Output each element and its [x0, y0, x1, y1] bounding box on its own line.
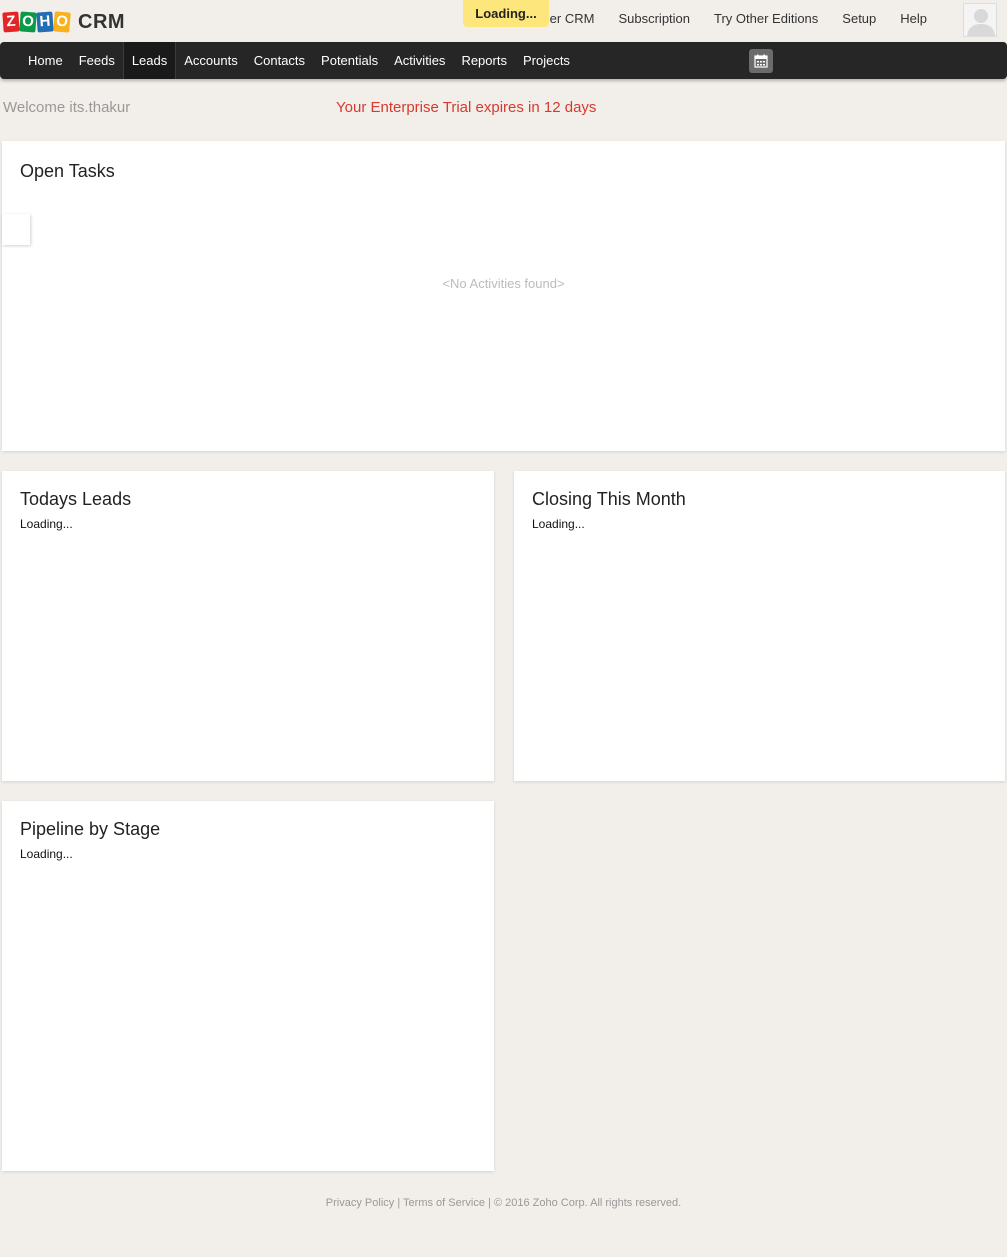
logo-letter-o-2: O: [53, 11, 71, 33]
main-navbar: Home Feeds Leads Accounts Contacts Poten…: [0, 42, 1007, 79]
link-help[interactable]: Help: [900, 11, 927, 26]
panel-loading-text: Loading...: [532, 517, 585, 531]
top-header: Z O H O CRM ...ther CRM Subscription Try…: [0, 0, 1007, 42]
link-subscription[interactable]: Subscription: [618, 11, 690, 26]
todays-leads-panel: Todays Leads Loading...: [2, 471, 494, 781]
privacy-policy-link[interactable]: Privacy Policy: [326, 1197, 394, 1209]
top-links: ...ther CRM Subscription Try Other Editi…: [528, 11, 951, 26]
tab-accounts[interactable]: Accounts: [176, 42, 245, 79]
open-tasks-panel: Open Tasks <No Activities found>: [2, 141, 1005, 451]
panel-loading-text: Loading...: [20, 517, 73, 531]
logo-letter-o: O: [19, 11, 37, 33]
pipeline-by-stage-panel: Pipeline by Stage Loading...: [2, 801, 494, 1171]
page-footer: Privacy Policy | Terms of Service | © 20…: [0, 1197, 1007, 1209]
trial-expiry-notice[interactable]: Your Enterprise Trial expires in 12 days: [336, 99, 596, 116]
zoho-crm-logo[interactable]: Z O H O CRM: [2, 8, 126, 36]
panel-title-closing-this-month: Closing This Month: [532, 489, 686, 509]
tab-home[interactable]: Home: [20, 42, 71, 79]
user-avatar[interactable]: [963, 3, 997, 37]
link-setup[interactable]: Setup: [842, 11, 876, 26]
link-try-other-editions[interactable]: Try Other Editions: [714, 11, 818, 26]
tab-activities[interactable]: Activities: [386, 42, 453, 79]
logo-letter-z: Z: [2, 11, 20, 33]
calendar-button[interactable]: [749, 49, 773, 73]
logo-letter-h: H: [36, 11, 54, 33]
logo-product-name: CRM: [78, 10, 126, 33]
panel-title-pipeline-by-stage: Pipeline by Stage: [20, 819, 161, 839]
empty-state-text: <No Activities found>: [442, 276, 565, 291]
panel-title-open-tasks: Open Tasks: [20, 161, 115, 181]
nav-tabs: Home Feeds Leads Accounts Contacts Poten…: [20, 42, 578, 79]
terms-of-service-link[interactable]: Terms of Service: [403, 1197, 485, 1209]
tab-potentials[interactable]: Potentials: [313, 42, 386, 79]
tab-leads[interactable]: Leads: [122, 42, 177, 79]
tab-reports[interactable]: Reports: [453, 42, 515, 79]
footer-separator: |: [394, 1197, 404, 1209]
closing-this-month-panel: Closing This Month Loading...: [514, 471, 1005, 781]
panel-title-todays-leads: Todays Leads: [20, 489, 132, 509]
tab-contacts[interactable]: Contacts: [246, 42, 313, 79]
panel-side-tab[interactable]: [2, 214, 30, 245]
tab-feeds[interactable]: Feeds: [71, 42, 123, 79]
welcome-message: Welcome its.thakur: [3, 99, 131, 116]
tab-projects[interactable]: Projects: [515, 42, 578, 79]
loading-indicator: Loading...: [463, 0, 549, 27]
calendar-icon: [754, 54, 768, 68]
footer-copyright: | © 2016 Zoho Corp. All rights reserved.: [484, 1197, 682, 1209]
panel-loading-text: Loading...: [20, 847, 73, 861]
user-silhouette-icon: [964, 4, 996, 36]
